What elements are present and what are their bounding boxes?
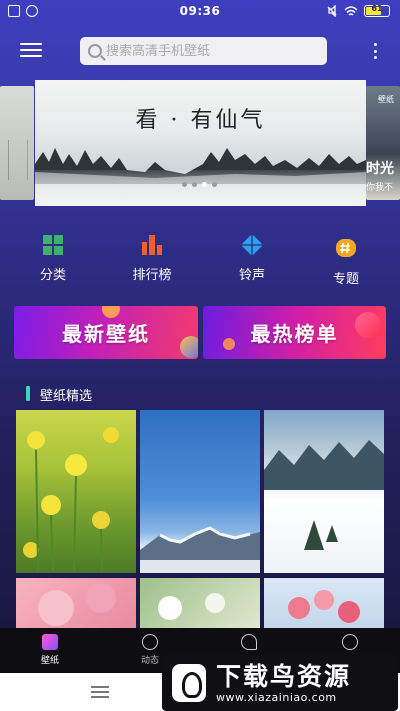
hottest-label: 最热榜单 xyxy=(250,322,339,346)
carousel-indicators xyxy=(182,182,217,187)
hamburger-icon xyxy=(20,43,42,45)
search-bar[interactable] xyxy=(80,37,327,65)
battery-icon: 61 xyxy=(364,4,390,17)
chat-bubble-icon xyxy=(142,634,158,650)
decor-ball xyxy=(102,306,120,318)
category-label: 分类 xyxy=(39,268,66,283)
wallpaper-icon xyxy=(42,634,58,650)
wallpaper-tile-snow-mountain[interactable] xyxy=(140,410,260,573)
section-title: 壁纸精选 xyxy=(40,389,93,404)
category-ringtone[interactable]: 铃声 xyxy=(217,234,287,283)
wifi-icon xyxy=(344,6,358,16)
more-options-button[interactable] xyxy=(372,43,378,59)
nav-label: 动态 xyxy=(140,656,159,666)
carousel-banner[interactable]: 看 · 有仙气 xyxy=(35,80,366,206)
decor-ball xyxy=(223,338,235,350)
wallpaper-tile-snow-forest[interactable] xyxy=(264,410,384,573)
newest-wallpapers-banner[interactable]: 最新壁纸 xyxy=(14,306,198,359)
nav-profile[interactable] xyxy=(325,634,375,653)
status-bar: 09:36 61 xyxy=(0,0,400,24)
decor-ball xyxy=(355,312,381,338)
watermark-logo-icon xyxy=(172,664,206,702)
watermark-text: 下载鸟资源 xyxy=(216,661,352,691)
mute-icon xyxy=(327,5,337,17)
snow-forest-image xyxy=(264,440,384,550)
nav-favorites[interactable] xyxy=(224,634,274,653)
pink-roses-image xyxy=(38,583,116,626)
grid-icon xyxy=(43,235,63,255)
wallpaper-tile-roses[interactable] xyxy=(16,578,136,628)
snowy-mountain-image xyxy=(140,526,260,573)
battery-level: 61 xyxy=(371,4,383,13)
category-label: 专题 xyxy=(332,272,359,287)
category-classify[interactable]: 分类 xyxy=(18,234,88,283)
carousel-next-card[interactable]: 壁纸 时光 你我不 xyxy=(366,86,400,200)
search-input[interactable] xyxy=(106,43,306,59)
profile-icon xyxy=(342,634,358,650)
category-label: 排行榜 xyxy=(132,268,172,283)
topic-hash-icon xyxy=(336,239,356,257)
status-right-icons: 61 xyxy=(326,4,390,17)
system-menu-button[interactable] xyxy=(91,686,109,698)
nav-wallpaper[interactable]: 壁纸 xyxy=(25,634,75,666)
search-icon xyxy=(88,44,102,58)
carousel-prev-card[interactable] xyxy=(0,86,34,200)
banner-mist xyxy=(35,170,366,206)
next-card-title: 时光 xyxy=(366,161,394,177)
wallpaper-tile-flower-bouquet[interactable] xyxy=(264,578,384,628)
category-ranking[interactable]: 排行榜 xyxy=(117,234,187,283)
next-card-subtitle: 你我不 xyxy=(366,183,394,193)
category-topic[interactable]: 专题 xyxy=(311,238,381,287)
menu-button[interactable] xyxy=(20,43,42,59)
ringtone-diamond-icon xyxy=(241,234,263,256)
newest-label: 最新壁纸 xyxy=(62,322,150,346)
banner-title: 看 · 有仙气 xyxy=(135,108,266,133)
watermark: 下载鸟资源 www.xiazainiao.com xyxy=(162,655,398,711)
heart-icon xyxy=(241,634,257,650)
wallpaper-tile-white-flowers[interactable] xyxy=(140,578,260,628)
category-label: 铃声 xyxy=(238,268,265,283)
next-card-tag: 壁纸 xyxy=(378,95,394,104)
rapeseed-flowers-image xyxy=(23,427,119,571)
wallpaper-tile-rapeseed[interactable] xyxy=(16,410,136,573)
decor-ball xyxy=(180,336,198,358)
white-flowers-image xyxy=(158,593,225,620)
section-accent-bar xyxy=(26,386,30,401)
nav-label: 壁纸 xyxy=(40,656,59,666)
bar-chart-icon xyxy=(142,235,162,255)
hottest-ranking-banner[interactable]: 最热榜单 xyxy=(203,306,386,359)
flower-bouquet-image xyxy=(288,590,360,623)
watermark-url: www.xiazainiao.com xyxy=(216,690,337,704)
